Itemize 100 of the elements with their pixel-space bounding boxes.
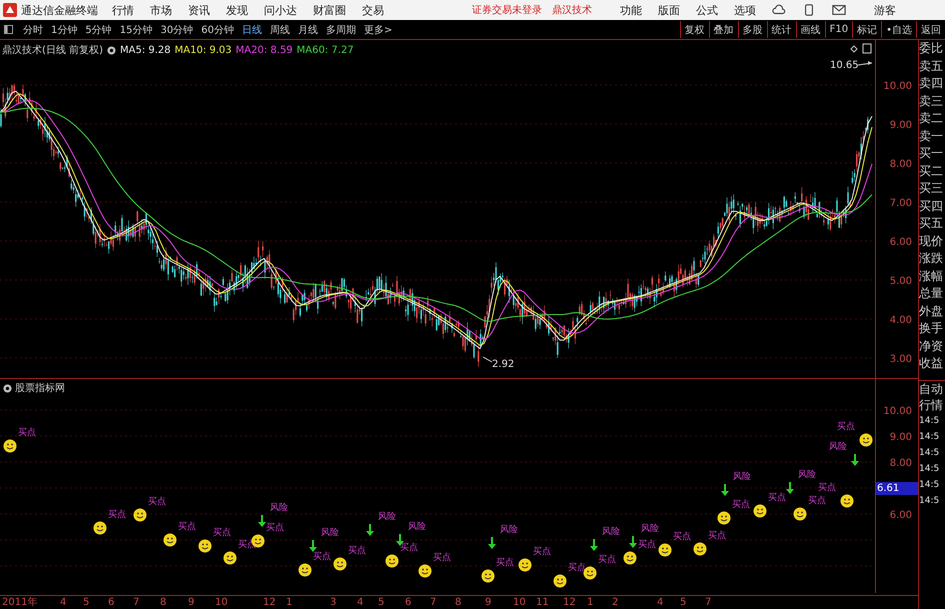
- date-axis-label: 10: [215, 596, 228, 609]
- date-axis-label: 8: [160, 596, 166, 609]
- period-tab[interactable]: 周线: [266, 22, 294, 36]
- axis-tick-label: 8.00: [890, 159, 912, 170]
- period-tab[interactable]: 30分钟: [156, 22, 198, 36]
- axis-tick-label: 10.00: [883, 406, 912, 417]
- toolbar-button[interactable]: 返回: [916, 21, 945, 38]
- menu-item[interactable]: 问小达: [256, 1, 305, 19]
- settings-icon[interactable]: [106, 46, 116, 54]
- date-axis-label: 7: [705, 596, 712, 609]
- toolbar-button[interactable]: •自选: [881, 21, 916, 38]
- menu-item[interactable]: 发现: [218, 1, 256, 19]
- buy-signal-label: 买点: [732, 500, 750, 510]
- axis-tick-label: 4.00: [890, 315, 912, 326]
- moving-average-label: MA10: 9.03: [174, 44, 232, 56]
- smiley-icon: [93, 521, 107, 535]
- period-tab[interactable]: 分时: [19, 22, 47, 36]
- menu-item[interactable]: 行情: [104, 1, 142, 19]
- axis-tick-label: 9.00: [890, 432, 912, 443]
- date-axis-label: 5: [680, 596, 686, 609]
- toolbar-button[interactable]: 标记: [852, 21, 882, 38]
- smiley-icon: [481, 569, 495, 583]
- smiley-icon: [840, 494, 854, 508]
- quote-field-label: 委比: [919, 40, 944, 57]
- app-title: 通达信金融终端: [21, 2, 98, 18]
- quote-field-label: 涨跌: [919, 250, 944, 267]
- moving-average-label: MA20: 8.59: [236, 44, 293, 56]
- window-icon[interactable]: [862, 44, 872, 54]
- buy-signal-label: 买点: [266, 523, 284, 533]
- settings-icon[interactable]: [3, 384, 12, 392]
- smiley-icon: [753, 504, 767, 518]
- menu-item[interactable]: 财富圈: [305, 1, 354, 19]
- phone-icon[interactable]: [802, 4, 816, 16]
- down-arrow-icon: [629, 536, 637, 548]
- risk-signal-label: 风险: [270, 503, 288, 513]
- buy-signal-label: 买点: [400, 543, 418, 553]
- buy-signal-label: 买点: [533, 547, 551, 557]
- date-axis-label: 4: [60, 596, 66, 609]
- buy-signal-label: 买点: [348, 546, 366, 556]
- axis-tick-label: 6.00: [890, 237, 912, 248]
- menu-item[interactable]: 资讯: [180, 1, 218, 19]
- smiley-icon: [693, 542, 707, 556]
- toolbar-button[interactable]: 统计: [766, 21, 796, 38]
- trade-time: 14:5: [919, 430, 940, 444]
- date-axis-label: 7: [430, 596, 436, 609]
- quote-field-label: 卖一: [919, 128, 944, 144]
- date-axis-label: 4: [657, 596, 664, 609]
- date-axis-label: 5: [378, 596, 384, 609]
- risk-signal-label: 风险: [408, 522, 426, 532]
- risk-signal-label: 风险: [733, 472, 751, 482]
- toolbar-button[interactable]: F10: [824, 21, 852, 38]
- smiley-icon: [793, 507, 807, 521]
- down-arrow-icon: [309, 540, 317, 552]
- quote-field-label: 买二: [919, 162, 944, 180]
- period-tab[interactable]: 日线: [238, 22, 266, 36]
- date-axis-label: 2011年: [2, 596, 38, 609]
- smiley-icon: [198, 539, 212, 553]
- user-button[interactable]: 游客: [866, 1, 904, 19]
- menu-item[interactable]: 版面: [650, 1, 688, 19]
- period-tab[interactable]: 15分钟: [116, 22, 156, 36]
- toolbar-button[interactable]: 多股: [738, 21, 767, 38]
- cloud-icon[interactable]: [772, 4, 786, 16]
- smiley-icon: [859, 433, 873, 447]
- smiley-icon: [385, 554, 399, 568]
- buy-signal-label: 买点: [148, 497, 166, 507]
- toolbar-button[interactable]: 画线: [796, 21, 825, 38]
- down-arrow-icon: [258, 515, 266, 527]
- period-tab[interactable]: 60分钟: [197, 22, 238, 36]
- menu-item[interactable]: 市场: [142, 1, 180, 19]
- chart-title: 鼎汉技术(日线 前复权): [2, 44, 103, 57]
- period-tab[interactable]: 1分钟: [47, 22, 82, 36]
- risk-signal-label: 风险: [500, 525, 518, 535]
- quote-field-label: 换手: [919, 320, 944, 337]
- high-marker-line: [858, 61, 872, 66]
- risk-signal-label: 风险: [321, 528, 339, 538]
- smiley-icon: [583, 566, 597, 580]
- period-tab[interactable]: 5分钟: [81, 22, 116, 36]
- period-tab[interactable]: 更多>: [360, 22, 396, 36]
- toolbar-button[interactable]: 复权: [680, 21, 709, 38]
- app-logo-icon: [3, 3, 17, 17]
- menu-item[interactable]: 交易: [354, 1, 392, 19]
- toolbar-button[interactable]: 叠加: [708, 21, 738, 38]
- smiley-icon: [623, 551, 637, 565]
- trade-time: 14:5: [919, 414, 940, 428]
- axis-tick-label: 10.00: [883, 81, 912, 92]
- quote-field-label: 卖三: [919, 92, 944, 110]
- down-arrow-icon: [366, 524, 374, 536]
- menu-item[interactable]: 公式: [688, 1, 726, 19]
- period-tab[interactable]: 月线: [294, 22, 322, 36]
- date-axis-label: 8: [455, 596, 462, 609]
- buy-signal-label: 买点: [496, 558, 514, 568]
- period-tab[interactable]: 多周期: [322, 22, 360, 36]
- menu-item[interactable]: 选项: [726, 1, 764, 19]
- panel-toggle-icon[interactable]: [4, 25, 13, 34]
- diamond-icon[interactable]: [850, 45, 858, 53]
- mail-icon[interactable]: [832, 4, 846, 16]
- menu-item[interactable]: 功能: [612, 1, 650, 19]
- down-arrow-icon: [488, 537, 496, 549]
- buy-signal-label: 买点: [673, 532, 691, 542]
- high-price-label: 10.65: [830, 60, 859, 71]
